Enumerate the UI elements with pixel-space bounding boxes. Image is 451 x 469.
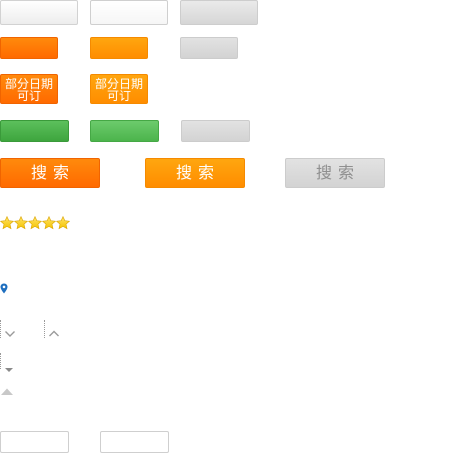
star-icon: [27, 215, 43, 230]
button-line-2: 可订: [16, 88, 41, 103]
sort-divider: [44, 320, 45, 338]
partial-dates-bookable-button[interactable]: 部分日期 可订: [0, 74, 58, 104]
search-button-light[interactable]: 搜索: [145, 158, 245, 188]
green-button-dark[interactable]: [0, 120, 69, 142]
map-pin-icon[interactable]: [0, 279, 8, 294]
star-icon: [13, 215, 29, 230]
disabled-button-small: [180, 37, 238, 59]
text-input-1[interactable]: [0, 431, 69, 453]
orange-button-light-small[interactable]: [90, 37, 148, 59]
search-button-dark[interactable]: 搜索: [0, 158, 100, 188]
caret-down-icon[interactable]: [4, 358, 14, 372]
disabled-button-wide: [181, 120, 250, 142]
gray-button-white[interactable]: [90, 0, 168, 25]
button-line-2: 可订: [106, 88, 131, 103]
sort-divider: [0, 320, 1, 338]
chevron-down-icon[interactable]: [4, 324, 16, 337]
orange-button-dark-small[interactable]: [0, 37, 58, 59]
dropdown-divider: [0, 353, 1, 369]
search-button-disabled: 搜索: [285, 158, 385, 188]
button-line-1: 部分日期: [4, 76, 53, 91]
partial-dates-bookable-button-light[interactable]: 部分日期 可订: [90, 74, 148, 104]
star-icon: [41, 215, 57, 230]
star-icon: [55, 215, 71, 230]
chevron-up-icon[interactable]: [48, 324, 60, 337]
star-rating: [0, 215, 72, 230]
gray-button-medium[interactable]: [180, 0, 258, 25]
star-icon: [0, 215, 15, 230]
green-button-light[interactable]: [90, 120, 159, 142]
text-input-2[interactable]: [100, 431, 169, 453]
caret-up-icon[interactable]: [0, 381, 14, 395]
gray-button-light[interactable]: [0, 0, 78, 25]
button-line-1: 部分日期: [94, 76, 143, 91]
